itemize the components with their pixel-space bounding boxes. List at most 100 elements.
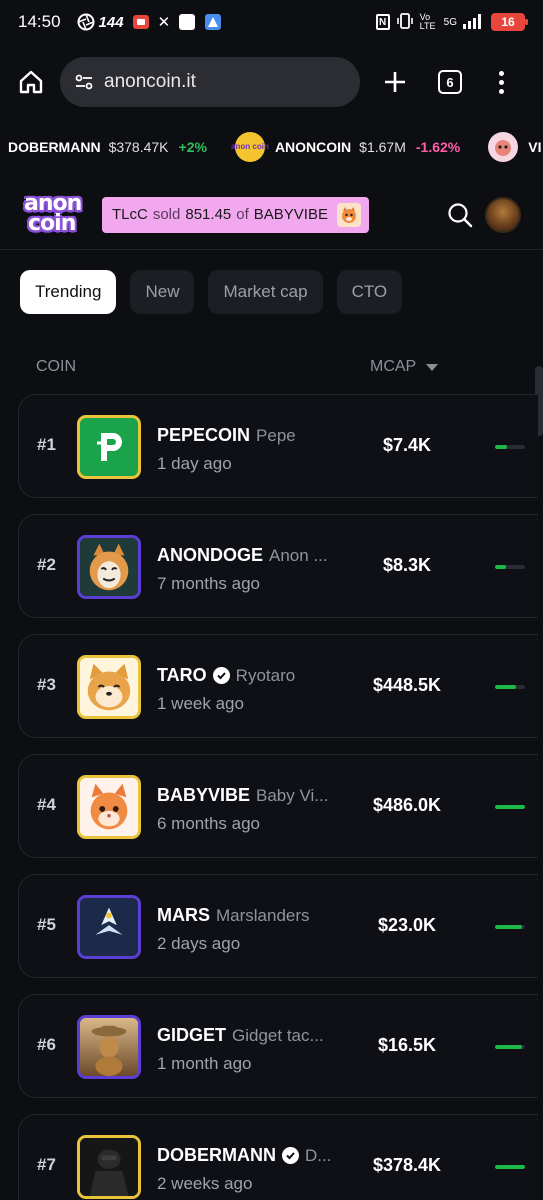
user-avatar[interactable] [485, 196, 521, 233]
coin-info: BABYVIBE Baby Vi... 6 months ago [157, 785, 337, 834]
column-mcap: MCAP [370, 358, 417, 375]
url-bar[interactable]: anoncoin.it [60, 57, 360, 107]
taro-logo-icon [77, 655, 141, 719]
tab-cto[interactable]: CTO [336, 270, 403, 314]
coin-symbol: ANONDOGE [157, 545, 264, 565]
progress-fill [495, 1045, 522, 1049]
status-right: N Vo LTE 5G 16 [375, 12, 528, 33]
progress-bar [495, 805, 525, 809]
progress-bar [495, 445, 525, 449]
home-icon [19, 70, 43, 94]
tab-count: 6 [446, 74, 454, 90]
coin-age: 1 month ago [157, 1054, 252, 1073]
coin-mcap: $486.0K [372, 795, 442, 815]
coin-info: PEPECOIN Pepe 1 day ago [157, 425, 337, 474]
anoncoin-logo: anon coin [231, 132, 269, 162]
progress-fill [495, 805, 525, 809]
ticker-item[interactable]: anon coin ANONCOIN $1.67M -1.62% [231, 132, 461, 162]
network-label: 5G [443, 16, 457, 28]
coin-age: 7 months ago [157, 574, 261, 593]
trade-verb: sold [152, 206, 181, 223]
progress-bar [495, 925, 525, 929]
search-icon [448, 202, 473, 227]
ticker-symbol: VI [528, 139, 542, 155]
column-mcap-sort[interactable]: MCAP [370, 358, 439, 376]
browser-menu-button[interactable] [496, 70, 506, 94]
coin-info: TARO Ryotaro 1 week ago [157, 665, 337, 714]
coin-name: Gidget tac... [232, 1025, 324, 1045]
row-rank: #3 [37, 675, 56, 694]
row-rank: #1 [37, 435, 56, 454]
progress-bar [495, 1045, 525, 1049]
home-button[interactable] [14, 65, 48, 99]
table-row[interactable]: #1 PEPECOIN Pepe 1 day ago $7.4K [18, 394, 538, 498]
ticker-symbol: DOBERMANN [8, 139, 101, 155]
signal-icon [463, 13, 485, 32]
sort-desc-icon [426, 363, 439, 371]
progress-bar [495, 565, 525, 569]
babyvibe-thumb-icon [336, 202, 361, 227]
url-text: anoncoin.it [104, 71, 196, 92]
clock: 14:50 [18, 12, 61, 31]
ticker-price: $1.67M [359, 139, 406, 155]
app-triangle-icon [204, 13, 222, 31]
coin-symbol: GIDGET [157, 1025, 227, 1045]
progress-fill [495, 925, 522, 929]
coin-mcap: $8.3K [382, 555, 432, 575]
table-row[interactable]: #7 DOBERMANN D... 2 weeks ago $378.4K [18, 1114, 538, 1200]
column-coin: COIN [36, 358, 76, 375]
anoncoin-logo[interactable]: anon coin [22, 191, 88, 239]
row-rank: #2 [37, 555, 56, 574]
tab-trending[interactable]: Trending [20, 270, 117, 314]
row-rank: #4 [37, 795, 56, 814]
table-row[interactable]: #3 TARO Ryotaro 1 week ago $448.5K [18, 634, 538, 738]
coin-logo-icon [488, 132, 519, 162]
coin-mcap: $7.4K [382, 435, 432, 455]
gidget-logo-icon [77, 1015, 141, 1079]
table-row[interactable]: #4 BABYVIBE Baby Vi... 6 months ago $486.… [18, 754, 538, 858]
table-row[interactable]: #2 ANONDOGE Anon ... 7 months ago $8.3K [18, 514, 538, 618]
coin-info: DOBERMANN D... 2 weeks ago [157, 1145, 337, 1194]
site-header: anon coin TLcC sold 851.45 of BABYVIBE [0, 180, 543, 250]
site-settings-icon[interactable] [74, 72, 94, 92]
coin-symbol: TARO [157, 665, 207, 685]
table-row[interactable]: #6 GIDGET Gidget tac... 1 month ago $16.5… [18, 994, 538, 1098]
ticker-symbol: ANONCOIN [274, 139, 352, 155]
filter-tabs: Trending New Market cap CTO [20, 270, 403, 314]
screen-record-icon [132, 14, 150, 30]
ticker-price: $378.47K [108, 139, 169, 155]
ticker-change: -1.62% [415, 139, 461, 155]
anondoge-logo-icon [77, 535, 141, 599]
row-rank: #6 [37, 1035, 56, 1054]
tab-new[interactable]: New [130, 270, 195, 314]
browser-toolbar: anoncoin.it 6 [0, 56, 543, 108]
new-tab-button[interactable] [378, 65, 412, 99]
search-button[interactable] [445, 200, 475, 230]
brand-line-2: coin [28, 210, 76, 236]
babyvibe-logo-icon [77, 775, 141, 839]
tab-market-cap[interactable]: Market cap [208, 270, 323, 314]
coin-age: 2 days ago [157, 934, 241, 953]
ticker-item[interactable]: VI [488, 132, 543, 162]
status-bar: 14:50 144 ✕ N Vo LTE 5G 16 [0, 0, 543, 44]
progress-fill [495, 445, 507, 449]
progress-fill [495, 565, 506, 569]
tab-switcher-button[interactable]: 6 [438, 70, 462, 94]
ticker-item[interactable]: DOBERMANN $378.47K +2% [8, 139, 207, 155]
refresh-rate: 144 [98, 13, 124, 31]
progress-fill [495, 1165, 525, 1169]
progress-bar [495, 1165, 525, 1169]
row-rank: #5 [37, 915, 56, 934]
coin-mcap: $16.5K [377, 1035, 437, 1055]
coin-age: 6 months ago [157, 814, 261, 833]
coin-name: Pepe [256, 425, 296, 445]
table-header: COIN MCAP [36, 350, 516, 384]
coin-symbol: MARS [157, 905, 210, 925]
vibrate-icon [396, 12, 414, 33]
coin-symbol: BABYVIBE [157, 785, 251, 805]
live-trade-banner[interactable]: TLcC sold 851.45 of BABYVIBE [102, 196, 369, 233]
coin-age: 1 day ago [157, 454, 232, 473]
coin-info: MARS Marslanders 2 days ago [157, 905, 337, 954]
mars-logo-icon [77, 895, 141, 959]
table-row[interactable]: #5 MARS Marslanders 2 days ago $23.0K [18, 874, 538, 978]
